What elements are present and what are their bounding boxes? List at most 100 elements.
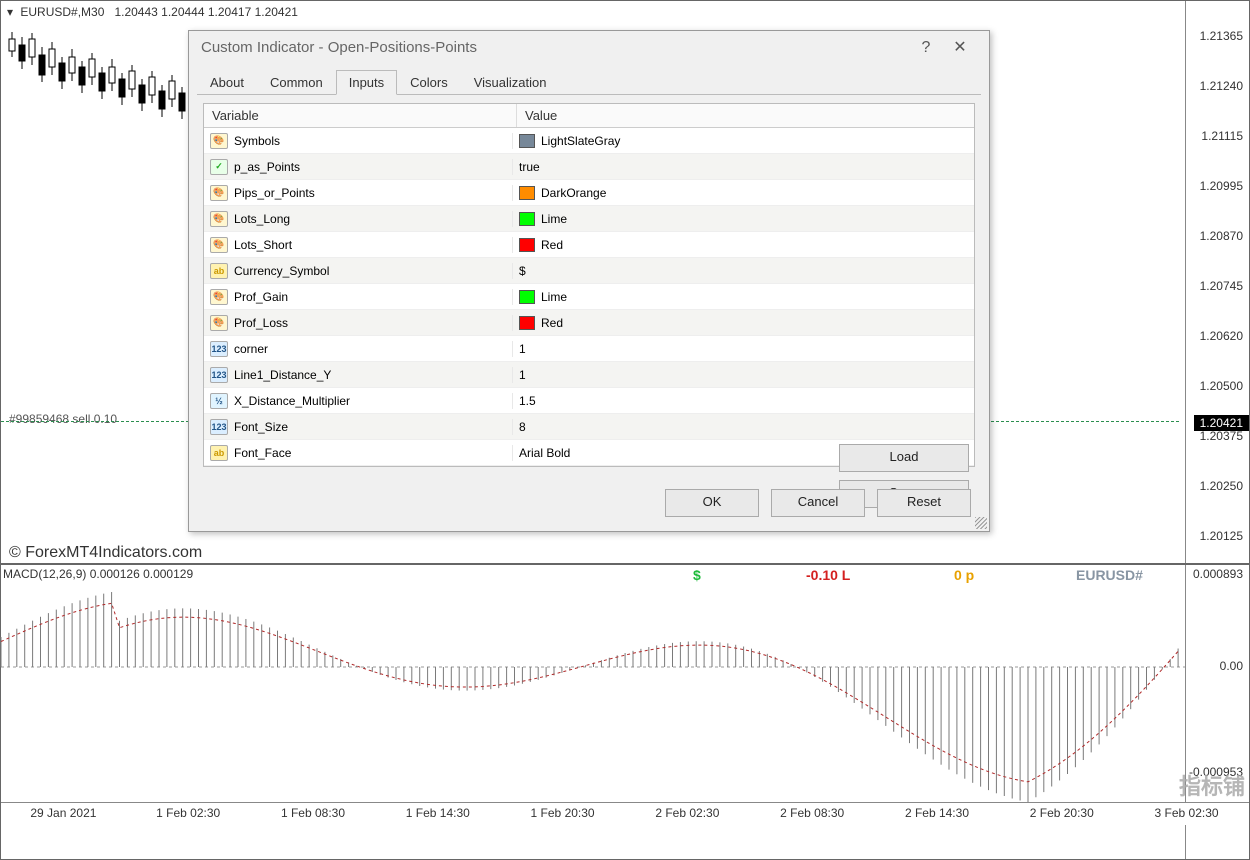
value-text: true	[519, 160, 540, 174]
variable-name: p_as_Points	[234, 160, 300, 174]
macd-label: MACD(12,26,9) 0.000126 0.000129	[3, 567, 193, 581]
source-attribution: © ForexMT4Indicators.com	[9, 544, 202, 562]
tab-visualization[interactable]: Visualization	[461, 70, 560, 95]
input-row[interactable]: 123 corner 1	[204, 336, 974, 362]
value-text: LightSlateGray	[541, 134, 620, 148]
variable-name: Font_Size	[234, 420, 288, 434]
tab-common[interactable]: Common	[257, 70, 336, 95]
ohlc-label: 1.20443 1.20444 1.20417 1.20421	[114, 5, 298, 19]
reset-button[interactable]: Reset	[877, 489, 971, 517]
int-icon: 123	[210, 367, 228, 383]
col-variable: Variable	[204, 104, 517, 127]
inputs-header: Variable Value	[204, 104, 974, 128]
macd-panel[interactable]: MACD(12,26,9) 0.000126 0.000129 $ -0.10 …	[1, 563, 1249, 825]
color-icon: 🎨	[210, 185, 228, 201]
symbol-label: EURUSD#,M30	[20, 5, 104, 19]
color-icon: 🎨	[210, 315, 228, 331]
watermark: 指标铺	[1179, 769, 1245, 801]
tab-colors[interactable]: Colors	[397, 70, 461, 95]
cancel-button[interactable]: Cancel	[771, 489, 865, 517]
input-row[interactable]: 123 Line1_Distance_Y 1	[204, 362, 974, 388]
str-icon: ab	[210, 263, 228, 279]
value-text: Lime	[541, 212, 567, 226]
price-tick: 1.21115	[1201, 129, 1243, 143]
time-axis: 29 Jan 20211 Feb 02:301 Feb 08:301 Feb 1…	[1, 802, 1249, 825]
value-text: 1	[519, 342, 526, 356]
input-row[interactable]: 🎨 Prof_Gain Lime	[204, 284, 974, 310]
order-label: #99859468 sell 0.10	[9, 412, 117, 426]
variable-name: Prof_Gain	[234, 290, 288, 304]
time-tick: 2 Feb 20:30	[999, 803, 1124, 825]
time-tick: 2 Feb 08:30	[750, 803, 875, 825]
inputs-panel: Variable Value 🎨 Symbols LightSlateGray ✓ p_…	[203, 103, 975, 467]
input-row[interactable]: 🎨Lots_LongLime	[204, 206, 974, 232]
macd-tick: 0.00	[1220, 659, 1243, 673]
input-row[interactable]: 🎨 Pips_or_Points DarkOrange	[204, 180, 974, 206]
time-tick: 2 Feb 02:30	[625, 803, 750, 825]
indicator-currency: $	[693, 567, 701, 583]
price-tick: 1.20745	[1200, 279, 1243, 293]
variable-name: Line1_Distance_Y	[234, 368, 331, 382]
variable-name: Pips_or_Points	[234, 186, 315, 200]
color-icon: 🎨	[210, 289, 228, 305]
color-swatch	[519, 316, 535, 330]
variable-name: Font_Face	[234, 446, 291, 460]
color-swatch	[519, 238, 535, 252]
color-icon: 🎨	[210, 133, 228, 149]
str-icon: ab	[210, 445, 228, 461]
color-swatch	[519, 212, 535, 226]
help-icon[interactable]: ?	[909, 31, 943, 65]
time-tick: 3 Feb 02:30	[1124, 803, 1249, 825]
time-tick: 1 Feb 20:30	[500, 803, 625, 825]
price-tick: 1.21365	[1200, 29, 1243, 43]
tab-inputs[interactable]: Inputs	[336, 70, 397, 95]
time-tick: 29 Jan 2021	[1, 803, 126, 825]
variable-name: corner	[234, 342, 268, 356]
bool-icon: ✓	[210, 159, 228, 175]
chart-title: ▾ EURUSD#,M30 1.20443 1.20444 1.20417 1.…	[7, 5, 298, 19]
input-row[interactable]: abCurrency_Symbol$	[204, 258, 974, 284]
indicator-points: 0 p	[954, 567, 974, 583]
dialog-titlebar[interactable]: Custom Indicator - Open-Positions-Points…	[189, 31, 989, 65]
value-text: 1	[519, 368, 526, 382]
price-tick: 1.20995	[1200, 179, 1243, 193]
variable-name: Symbols	[234, 134, 280, 148]
int-icon: 123	[210, 419, 228, 435]
tab-about[interactable]: About	[197, 70, 257, 95]
ok-button[interactable]: OK	[665, 489, 759, 517]
value-text: Lime	[541, 290, 567, 304]
value-text: Red	[541, 316, 563, 330]
indicator-symbol: EURUSD#	[1076, 567, 1143, 583]
price-tick: 1.20250	[1200, 479, 1243, 493]
dropdown-icon[interactable]: ▾	[7, 5, 13, 19]
int-icon: 123	[210, 341, 228, 357]
col-value: Value	[517, 104, 974, 127]
input-row[interactable]: ✓ p_as_Points true	[204, 154, 974, 180]
price-tick: 1.20620	[1200, 329, 1243, 343]
value-text: 1.5	[519, 394, 536, 408]
input-row[interactable]: 🎨Prof_LossRed	[204, 310, 974, 336]
value-text: Red	[541, 238, 563, 252]
color-swatch	[519, 186, 535, 200]
price-tick: 1.20870	[1200, 229, 1243, 243]
input-row[interactable]: ½X_Distance_Multiplier1.5	[204, 388, 974, 414]
input-row[interactable]: 🎨 Symbols LightSlateGray	[204, 128, 974, 154]
indicator-dialog[interactable]: Custom Indicator - Open-Positions-Points…	[188, 30, 990, 532]
time-tick: 1 Feb 08:30	[251, 803, 376, 825]
color-swatch	[519, 290, 535, 304]
macd-plot	[1, 587, 1186, 803]
load-button[interactable]: Load	[839, 444, 969, 472]
input-row[interactable]: 🎨Lots_ShortRed	[204, 232, 974, 258]
macd-axis: 0.000893 0.00 -0.000953	[1185, 565, 1249, 803]
close-icon[interactable]: ✕	[943, 31, 977, 65]
price-tick: 1.21240	[1200, 79, 1243, 93]
price-tick: 1.20125	[1200, 529, 1243, 543]
time-tick: 2 Feb 14:30	[875, 803, 1000, 825]
variable-name: Currency_Symbol	[234, 264, 329, 278]
time-tick: 1 Feb 14:30	[375, 803, 500, 825]
value-text: DarkOrange	[541, 186, 606, 200]
color-swatch	[519, 134, 535, 148]
resize-grip-icon[interactable]	[975, 517, 987, 529]
variable-name: X_Distance_Multiplier	[234, 394, 350, 408]
input-row[interactable]: 123Font_Size8	[204, 414, 974, 440]
